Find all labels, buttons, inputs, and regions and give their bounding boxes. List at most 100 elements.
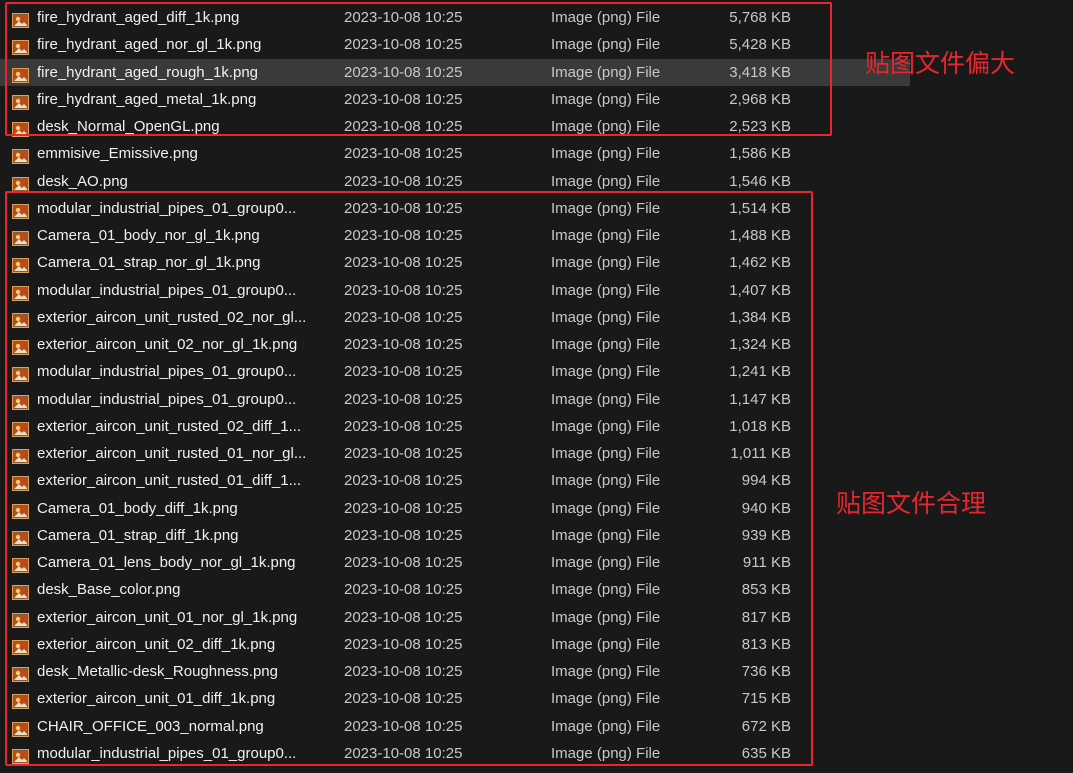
- file-name: Camera_01_lens_body_nor_gl_1k.png: [37, 554, 296, 571]
- image-file-icon: [12, 228, 29, 246]
- file-row[interactable]: exterior_aircon_unit_01_nor_gl_1k.png 202…: [0, 604, 910, 631]
- file-date-modified: 2023-10-08 10:25: [344, 63, 463, 81]
- image-file-icon: [12, 691, 29, 710]
- image-file-icon: [12, 528, 29, 546]
- file-row[interactable]: emmisive_Emissive.png 2023-10-08 10:25 Ima…: [0, 140, 910, 167]
- file-type: Image (png) File: [551, 717, 661, 735]
- file-date-modified: 2023-10-08 10:25: [344, 663, 463, 680]
- file-row[interactable]: fire_hydrant_aged_rough_1k.png 2023-10-08…: [0, 58, 910, 86]
- file-row[interactable]: desk_Metallic-desk_Roughness.png 2023-10-…: [0, 658, 910, 685]
- file-date-modified: 2023-10-08 10:25: [344, 172, 463, 190]
- image-file-icon: [12, 582, 29, 601]
- file-row[interactable]: Camera_01_lens_body_nor_gl_1k.png 2023-10…: [0, 549, 910, 576]
- file-row[interactable]: desk_Normal_OpenGL.png 2023-10-08 10:25 Im…: [0, 113, 910, 140]
- file-type: Image (png) File: [551, 90, 661, 108]
- file-name: fire_hydrant_aged_rough_1k.png: [37, 63, 259, 81]
- file-size: 3,418 KB: [729, 63, 791, 81]
- file-name: emmisive_Emissive.png: [37, 145, 198, 163]
- file-size: 939 KB: [741, 526, 791, 544]
- file-date-modified: 2023-10-08 10:25: [344, 445, 463, 462]
- file-row[interactable]: exterior_aircon_unit_rusted_01_diff_1...…: [0, 467, 910, 494]
- file-type: Image (png) File: [551, 472, 661, 490]
- file-row[interactable]: modular_industrial_pipes_01_group0... 202…: [0, 358, 910, 385]
- file-type: Image (png) File: [551, 526, 661, 544]
- file-row[interactable]: exterior_aircon_unit_02_nor_gl_1k.png 202…: [0, 331, 910, 358]
- image-file-icon: [12, 255, 29, 274]
- file-date-modified: 2023-10-08 10:25: [344, 254, 463, 272]
- file-list: fire_hydrant_aged_diff_1k.png 2023-10-08 …: [0, 4, 910, 767]
- file-date-modified: 2023-10-08 10:25: [344, 554, 463, 571]
- file-row[interactable]: modular_industrial_pipes_01_group0... 202…: [0, 386, 910, 413]
- image-file-icon: [12, 92, 29, 110]
- file-name: desk_AO.png: [37, 172, 128, 190]
- file-size: 1,241 KB: [729, 363, 791, 381]
- file-row[interactable]: modular_industrial_pipes_01_group0... 202…: [0, 195, 910, 222]
- file-name: modular_industrial_pipes_01_group0...: [37, 744, 297, 762]
- file-name: modular_industrial_pipes_01_group0...: [37, 363, 297, 381]
- file-row[interactable]: fire_hydrant_aged_nor_gl_1k.png 2023-10-0…: [0, 31, 910, 58]
- file-row[interactable]: Camera_01_body_diff_1k.png 2023-10-08 10:…: [0, 495, 910, 522]
- file-row[interactable]: exterior_aircon_unit_rusted_02_diff_1...…: [0, 413, 910, 440]
- image-file-icon: [12, 501, 29, 519]
- file-row[interactable]: Camera_01_strap_diff_1k.png 2023-10-08 10…: [0, 522, 910, 549]
- file-date-modified: 2023-10-08 10:25: [344, 118, 463, 135]
- file-name: fire_hydrant_aged_nor_gl_1k.png: [37, 36, 262, 54]
- image-file-icon: [12, 174, 29, 192]
- file-type: Image (png) File: [551, 36, 661, 54]
- file-date-modified: 2023-10-08 10:25: [344, 635, 463, 653]
- file-date-modified: 2023-10-08 10:25: [344, 690, 463, 708]
- image-file-icon: [12, 10, 29, 28]
- file-name: desk_Normal_OpenGL.png: [37, 118, 220, 135]
- file-date-modified: 2023-10-08 10:25: [344, 581, 463, 599]
- file-name: Camera_01_body_nor_gl_1k.png: [37, 227, 260, 244]
- file-date-modified: 2023-10-08 10:25: [344, 363, 463, 381]
- file-name: modular_industrial_pipes_01_group0...: [37, 199, 297, 217]
- file-name: exterior_aircon_unit_rusted_01_nor_gl...: [37, 445, 307, 462]
- file-row[interactable]: desk_Base_color.png 2023-10-08 10:25 Image…: [0, 576, 910, 603]
- file-row[interactable]: desk_AO.png 2023-10-08 10:25 Image (png) F…: [0, 168, 910, 195]
- file-size: 1,546 KB: [729, 172, 791, 190]
- file-name: exterior_aircon_unit_rusted_02_diff_1...: [37, 417, 302, 435]
- file-name: exterior_aircon_unit_02_nor_gl_1k.png: [37, 336, 298, 353]
- file-size: 1,462 KB: [729, 254, 791, 272]
- file-row[interactable]: modular_industrial_pipes_01_group0... 202…: [0, 740, 910, 767]
- file-type: Image (png) File: [551, 118, 661, 135]
- file-date-modified: 2023-10-08 10:25: [344, 308, 463, 326]
- file-date-modified: 2023-10-08 10:25: [344, 90, 463, 108]
- file-type: Image (png) File: [551, 445, 661, 462]
- file-type: Image (png) File: [551, 363, 661, 381]
- file-row[interactable]: Camera_01_strap_nor_gl_1k.png 2023-10-08 …: [0, 249, 910, 276]
- file-size: 736 KB: [741, 663, 791, 680]
- file-size: 2,523 KB: [729, 118, 791, 135]
- file-row[interactable]: fire_hydrant_aged_metal_1k.png 2023-10-08…: [0, 86, 910, 113]
- file-date-modified: 2023-10-08 10:25: [344, 390, 463, 408]
- image-file-icon: [12, 283, 29, 301]
- file-row[interactable]: Camera_01_body_nor_gl_1k.png 2023-10-08 1…: [0, 222, 910, 249]
- image-file-icon: [12, 310, 29, 328]
- file-size: 1,488 KB: [729, 227, 791, 244]
- file-row[interactable]: exterior_aircon_unit_rusted_01_nor_gl...…: [0, 440, 910, 467]
- file-size: 1,324 KB: [729, 336, 791, 353]
- image-file-icon: [12, 719, 29, 737]
- file-date-modified: 2023-10-08 10:25: [344, 281, 463, 299]
- file-type: Image (png) File: [551, 608, 661, 626]
- file-name: fire_hydrant_aged_metal_1k.png: [37, 90, 257, 108]
- file-row[interactable]: fire_hydrant_aged_diff_1k.png 2023-10-08 …: [0, 4, 910, 31]
- image-file-icon: [12, 201, 29, 219]
- file-size: 672 KB: [741, 717, 791, 735]
- file-row[interactable]: modular_industrial_pipes_01_group0... 202…: [0, 277, 910, 304]
- file-name: fire_hydrant_aged_diff_1k.png: [37, 9, 240, 26]
- file-type: Image (png) File: [551, 172, 661, 190]
- file-row[interactable]: exterior_aircon_unit_02_diff_1k.png 2023-…: [0, 631, 910, 658]
- file-type: Image (png) File: [551, 227, 661, 244]
- file-type: Image (png) File: [551, 145, 661, 163]
- file-type: Image (png) File: [551, 417, 661, 435]
- file-type: Image (png) File: [551, 635, 661, 653]
- annotation-label-large-files: 贴图文件偏大: [865, 49, 1016, 78]
- file-row[interactable]: exterior_aircon_unit_rusted_02_nor_gl...…: [0, 304, 910, 331]
- file-row[interactable]: exterior_aircon_unit_01_diff_1k.png 2023-…: [0, 685, 910, 712]
- file-row[interactable]: CHAIR_OFFICE_003_normal.png 2023-10-08 10…: [0, 713, 910, 740]
- image-file-icon: [12, 555, 29, 573]
- file-type: Image (png) File: [551, 63, 661, 81]
- annotation-label-normal-files: 贴图文件合理: [836, 489, 987, 518]
